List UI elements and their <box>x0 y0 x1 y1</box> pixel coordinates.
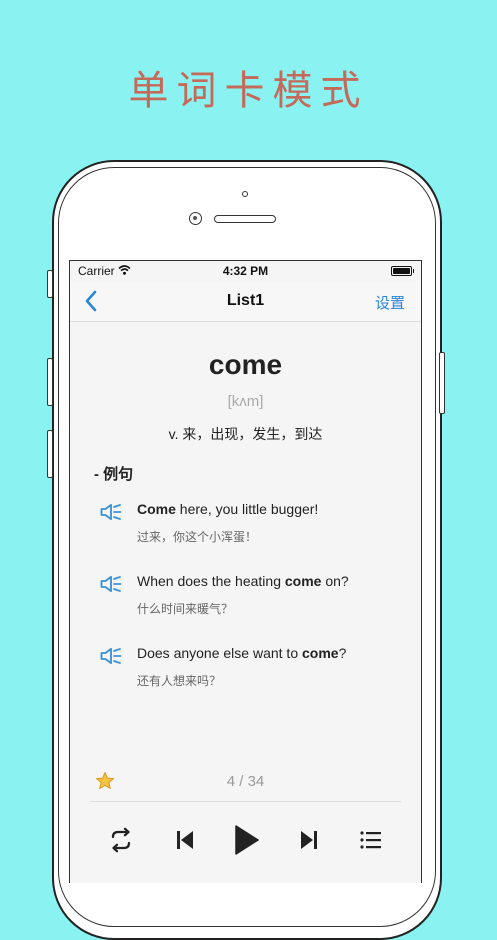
speaker-icon[interactable] <box>100 503 122 521</box>
battery-icon <box>391 266 414 276</box>
volume-up-button <box>47 358 53 406</box>
promo-headline: 单词卡模式 <box>128 68 369 114</box>
speaker-icon[interactable] <box>100 647 122 665</box>
speaker-icon[interactable] <box>100 575 122 593</box>
word-headword: come <box>208 349 283 380</box>
word-phonetic: [kʌm] <box>227 393 264 410</box>
play-icon[interactable] <box>232 823 262 857</box>
example-translation: 什么时间来暖气？ <box>137 602 234 616</box>
status-time: 4:32 PM <box>222 264 269 278</box>
word-meaning: v. 来，出现，发生，到达 <box>168 426 323 442</box>
example-translation: 还有人想来吗？ <box>137 674 222 688</box>
skip-previous-icon[interactable] <box>174 827 196 853</box>
app-screen: Carrier 4:32 PM List1 设置 come [kʌm] v. 来… <box>69 260 422 883</box>
skip-next-icon[interactable] <box>298 827 320 853</box>
repeat-icon[interactable] <box>107 827 135 853</box>
proximity-sensor <box>242 191 248 197</box>
example-translation: 过来，你这个小浑蛋！ <box>137 530 258 544</box>
nav-title: List1 <box>226 292 265 309</box>
card-counter: 4 / 34 <box>226 773 265 790</box>
mute-switch <box>47 270 53 298</box>
settings-button[interactable]: 设置 <box>375 292 405 313</box>
list-icon[interactable] <box>359 827 383 853</box>
example-sentence: Come here, you little bugger! <box>137 501 319 517</box>
volume-down-button <box>47 430 53 478</box>
front-camera <box>189 212 202 225</box>
divider <box>90 801 401 802</box>
earpiece-speaker <box>214 215 276 223</box>
example-sentence: When does the heating come on? <box>137 573 349 589</box>
status-bar: Carrier 4:32 PM <box>70 261 421 281</box>
navigation-bar: List1 设置 <box>70 281 421 322</box>
power-button <box>439 352 445 414</box>
example-sentence: Does anyone else want to come? <box>137 645 347 661</box>
examples-section-title: - 例句 <box>94 466 134 483</box>
